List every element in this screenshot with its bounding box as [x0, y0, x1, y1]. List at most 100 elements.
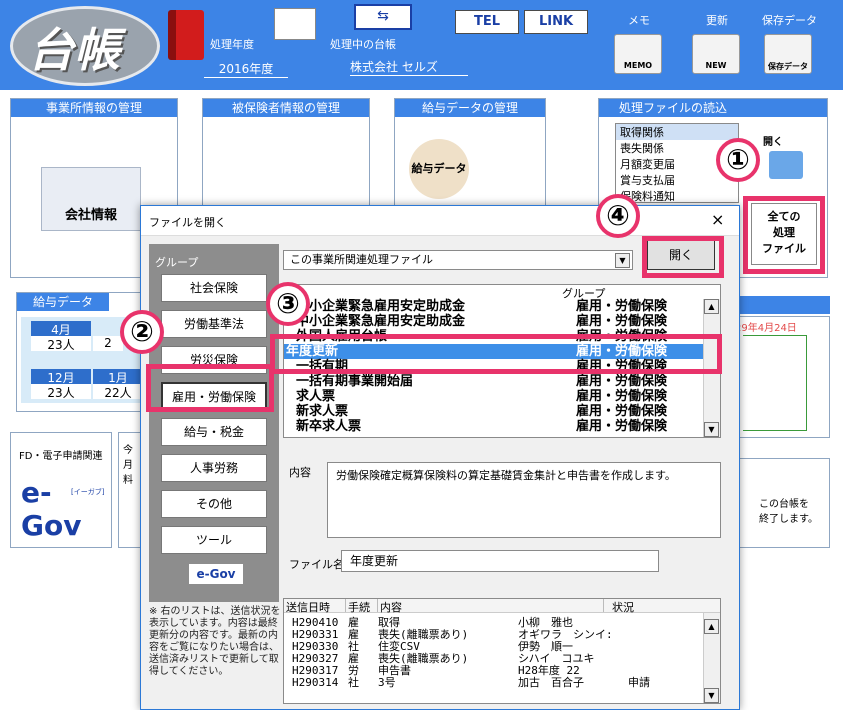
- history-list: 送信日時 手続 内容 状況 H290410 雇取得 小柳 雅也 H290331 雇喪失(…: [283, 598, 721, 704]
- open-file-dialog: ファイルを開く × グループ 社会保険 労働基準法 労災保険 雇用・労働保険 給…: [140, 205, 740, 710]
- file-group: 雇用・労働保険: [576, 389, 668, 404]
- month-cell[interactable]: 12月: [31, 369, 91, 385]
- group-button[interactable]: 社会保険: [161, 274, 267, 302]
- exit-panel[interactable]: この台帳を 終了します。: [738, 458, 830, 548]
- salary-data-button[interactable]: 給与データ: [409, 139, 469, 199]
- group-button[interactable]: 人事労務: [161, 454, 267, 482]
- history-cell: 3号: [378, 676, 396, 689]
- count-cell: 2: [93, 336, 123, 351]
- all-files-button[interactable]: 全ての 処理 ファイル: [751, 203, 817, 265]
- open-folder-label: 開く: [763, 137, 783, 148]
- file-row[interactable]: 中小企業緊急雇用安定助成金 雇用・労働保険: [284, 314, 704, 329]
- tel-button[interactable]: TEL: [455, 10, 519, 34]
- fiscal-year-value: 2016年度: [204, 60, 288, 78]
- file-name: 新卒求人票: [296, 419, 362, 434]
- memo-label: メモ: [628, 14, 650, 27]
- scroll-up-icon[interactable]: ▲: [704, 299, 719, 314]
- file-row[interactable]: 一括有期事業開始届 雇用・労働保険: [284, 374, 704, 389]
- count-cell: 22人: [93, 384, 143, 400]
- history-scrollbar[interactable]: ▲ ▼: [703, 613, 720, 703]
- callout-1: ①: [716, 138, 760, 182]
- file-row[interactable]: 新求人票 雇用・労働保険: [284, 404, 704, 419]
- history-header: 送信日時 手続 内容 状況: [284, 599, 720, 614]
- monthly-panel: 今月 料: [118, 432, 142, 548]
- filename-label: ファイル名: [289, 558, 344, 571]
- office-panel-title: 事業所情報の管理: [11, 99, 177, 117]
- history-row: H290314 社 3号 加古 百合子 申請: [292, 677, 720, 689]
- history-col-status: 状況: [612, 601, 634, 614]
- history-cell: 加古 百合子: [518, 676, 584, 689]
- current-date: 29年4月24日: [735, 323, 797, 334]
- save-data-icon[interactable]: 保存データ: [764, 34, 812, 74]
- save-data-label: 保存データ: [762, 14, 817, 27]
- monthly-label-2: 料: [123, 475, 133, 486]
- app-title: 台帳: [28, 23, 120, 77]
- file-name: 一括有期事業開始届: [296, 374, 414, 389]
- link-button[interactable]: LINK: [524, 10, 588, 34]
- group-label: グループ: [155, 256, 199, 269]
- book-icon: [168, 10, 204, 60]
- history-cell: 申請: [628, 676, 650, 689]
- history-col-procedure: 手続: [346, 599, 378, 614]
- date-frame: [743, 335, 807, 431]
- group-button[interactable]: その他: [161, 490, 267, 518]
- scroll-up-icon[interactable]: ▲: [704, 619, 719, 634]
- history-col-date: 送信日時: [284, 599, 346, 614]
- group-button[interactable]: 労働基準法: [161, 310, 267, 338]
- calendar-panel: 29年4月24日: [735, 316, 830, 438]
- chevron-down-icon[interactable]: ▼: [615, 253, 630, 268]
- filename-field[interactable]: 年度更新: [341, 550, 659, 572]
- egov-logo-sub: [イーガブ]: [71, 488, 105, 496]
- file-name: 求人票: [296, 389, 336, 404]
- month-cell[interactable]: 4月: [31, 321, 91, 337]
- salary-panel: 給与データの管理 給与データ: [394, 98, 546, 208]
- company-name: 株式会社 セルズ: [350, 58, 468, 76]
- file-row[interactable]: 中小企業緊急雇用安定助成金 雇用・労働保険: [284, 299, 704, 314]
- file-group: 雇用・労働保険: [576, 404, 668, 419]
- open-folder-icon[interactable]: [769, 151, 803, 179]
- file-name: 中小企業緊急雇用安定助成金: [296, 314, 466, 329]
- switch-ledger-icon[interactable]: ⇆: [354, 4, 412, 30]
- files-panel-title: 処理ファイルの読込: [599, 99, 827, 117]
- category-select[interactable]: この事業所関連処理ファイル ▼: [283, 250, 633, 270]
- month-cell[interactable]: 1月: [93, 369, 143, 385]
- count-cell: 23人: [31, 384, 91, 400]
- close-icon[interactable]: ×: [711, 210, 724, 229]
- history-note: ※ 右のリストは、送信状況を表示しています。内容は最終更新分の内容です。最新の内…: [149, 606, 281, 677]
- file-row-highlight: [270, 334, 722, 374]
- history-cell: 社: [348, 676, 359, 689]
- content-label: 内容: [289, 466, 311, 479]
- process-file-item[interactable]: 賞与支払届: [616, 172, 738, 188]
- insured-panel-title: 被保険者情報の管理: [203, 99, 369, 117]
- egov-panel: FD・電子申請関連 e-Gov [イーガブ]: [10, 432, 112, 548]
- history-col-content: 内容: [378, 599, 604, 614]
- fiscal-year-label: 処理年度: [210, 38, 254, 51]
- callout-3: ③: [266, 282, 310, 326]
- file-group: 雇用・労働保険: [576, 374, 668, 389]
- process-file-item[interactable]: 取得関係: [616, 124, 738, 140]
- egov-logo[interactable]: e-Gov: [11, 462, 111, 542]
- scroll-down-icon[interactable]: ▼: [704, 422, 719, 437]
- group-button[interactable]: ツール: [161, 526, 267, 554]
- file-row[interactable]: 求人票 雇用・労働保険: [284, 389, 704, 404]
- file-group: 雇用・労働保険: [576, 314, 668, 329]
- category-select-value: この事業所関連処理ファイル: [290, 253, 433, 266]
- history-cell: 申告書: [378, 664, 411, 677]
- content-text: 労働保険確定概算保険料の算定基礎賃金集計と申告書を作成します。: [327, 462, 721, 538]
- insured-panel: 被保険者情報の管理: [202, 98, 370, 208]
- company-info-button[interactable]: 会社情報: [41, 167, 141, 231]
- scroll-down-icon[interactable]: ▼: [704, 688, 719, 703]
- group-button[interactable]: 給与・税金: [161, 418, 267, 446]
- count-cell: 23人: [31, 336, 91, 352]
- open-button-highlight: [642, 236, 724, 278]
- memo-icon[interactable]: MEMO: [614, 34, 662, 74]
- egov-small-logo[interactable]: e-Gov: [189, 564, 243, 584]
- file-name: 中小企業緊急雇用安定助成金: [296, 299, 466, 314]
- file-name: 新求人票: [296, 404, 349, 419]
- history-rows: H290410 雇取得 小柳 雅也 H290331 雇喪失(離職票あり) オギワラ シンイ…: [284, 613, 720, 689]
- monthly-label: 今月: [123, 445, 133, 471]
- file-row[interactable]: 新卒求人票 雇用・労働保険: [284, 419, 704, 434]
- calendar-icon[interactable]: [274, 8, 316, 40]
- update-icon[interactable]: NEW: [692, 34, 740, 74]
- exit-text: この台帳を 終了します。: [759, 499, 818, 525]
